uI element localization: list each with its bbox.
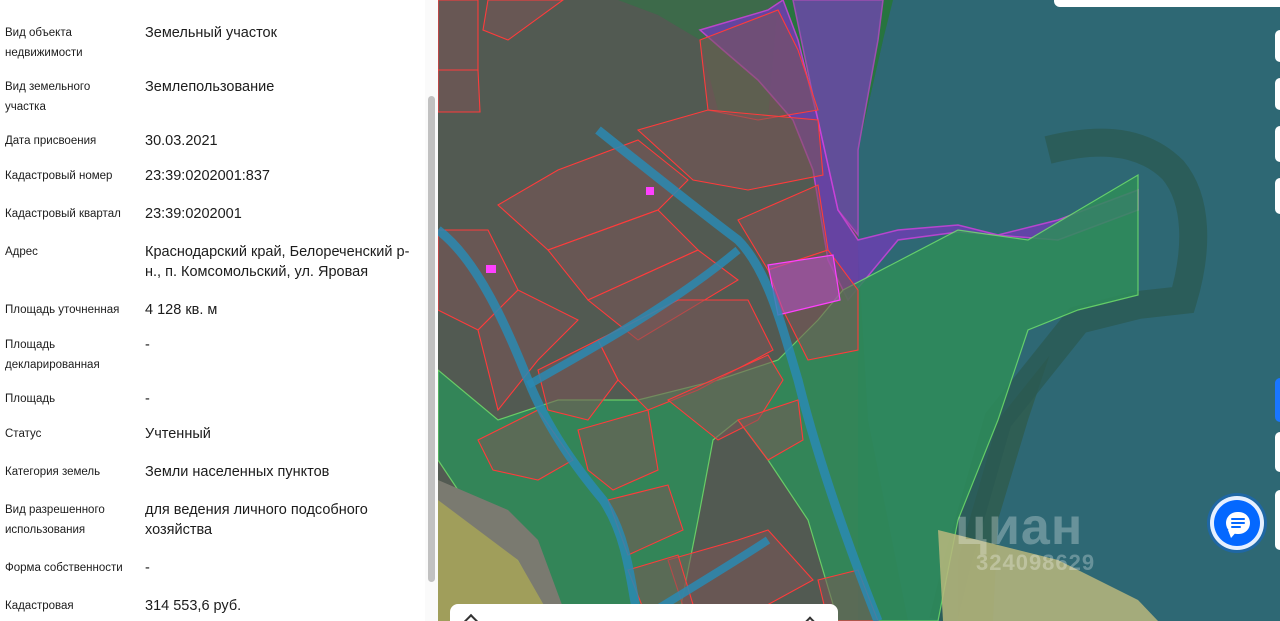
- chat-icon-tail: [1228, 530, 1238, 538]
- chevron-up-icon: [463, 613, 479, 621]
- info-label: Кадастровый квартал: [5, 208, 121, 220]
- info-value: Земли населенных пунктов: [145, 464, 330, 480]
- map-layers: [438, 0, 1280, 621]
- panel-scrollbar-thumb[interactable]: [428, 96, 435, 582]
- map-side-button[interactable]: [1275, 126, 1280, 162]
- watermark-id: 324098629: [976, 550, 1096, 575]
- info-value: -: [145, 560, 150, 576]
- watermark-logo: циан: [955, 498, 1084, 556]
- info-label: Вид разрешенного использования: [5, 504, 105, 536]
- info-value: Земельный участок: [145, 25, 277, 41]
- info-value: Учтенный: [145, 426, 211, 442]
- info-label: Вид объекта недвижимости: [5, 27, 83, 59]
- parcel: [438, 69, 481, 113]
- info-label: Вид земельного участка: [5, 81, 91, 113]
- info-value: 30.03.2021: [145, 133, 218, 149]
- chat-icon-line: [1231, 522, 1245, 524]
- map-side-button[interactable]: [1275, 178, 1280, 214]
- info-label: Статус: [5, 428, 42, 440]
- info-label: Кадастровая: [5, 600, 74, 612]
- property-info-panel: Вид объекта недвижимости Земельный участ…: [0, 0, 438, 621]
- map-bottom-card[interactable]: [450, 604, 838, 621]
- info-value: 23:39:0202001: [145, 206, 242, 222]
- info-label: Площадь: [5, 393, 56, 405]
- map-top-control[interactable]: [1054, 0, 1280, 7]
- info-value: -: [145, 391, 150, 407]
- info-label: Адрес: [5, 246, 38, 258]
- parcel-marker: [646, 187, 654, 195]
- chevron-up-icon[interactable]: [804, 616, 816, 621]
- info-label: Площадь уточненная: [5, 304, 120, 316]
- info-label: Кадастровый номер: [5, 170, 113, 182]
- cadastral-map[interactable]: циан 324098629: [438, 0, 1280, 621]
- info-value: Землепользование: [145, 79, 275, 95]
- chat-button[interactable]: [1210, 496, 1264, 550]
- info-value: 23:39:0202001:837: [145, 168, 270, 184]
- info-label: Дата присвоения: [5, 135, 97, 147]
- info-value: Краснодарский край, Белореченский р-н., …: [145, 244, 410, 280]
- map-side-button[interactable]: [1275, 490, 1280, 550]
- map-side-button[interactable]: [1275, 78, 1280, 110]
- map-side-button[interactable]: [1275, 432, 1280, 472]
- info-value: 314 553,6 руб.: [145, 598, 242, 614]
- parcel: [438, 0, 479, 71]
- info-label: Категория земель: [5, 466, 101, 478]
- info-label: Форма собственности: [5, 562, 123, 574]
- info-label: Площадь декларированная: [5, 339, 100, 371]
- info-value: для ведения личного подсобного хозяйства: [145, 502, 368, 538]
- map-side-button-active[interactable]: [1275, 378, 1280, 422]
- info-value: -: [145, 337, 150, 353]
- parcel-marker: [486, 265, 496, 273]
- info-value: 4 128 кв. м: [145, 302, 218, 318]
- map-side-button[interactable]: [1275, 30, 1280, 62]
- chat-icon-line: [1231, 518, 1245, 520]
- chat-icon-line: [1231, 526, 1241, 528]
